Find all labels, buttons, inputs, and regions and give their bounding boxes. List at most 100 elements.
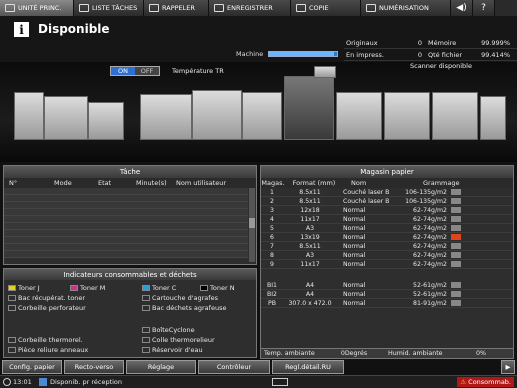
- job-row[interactable]: [4, 244, 248, 251]
- waste-box-icon: [8, 295, 16, 301]
- counter-row: Originaux 0 Mémoire 99.999%: [344, 37, 517, 49]
- tray-number: BI2: [266, 290, 277, 298]
- machine-illustration: [0, 62, 517, 162]
- col-header: Grammage: [423, 179, 460, 187]
- col-header: Minute(s): [136, 179, 167, 187]
- tray-level-icon: [451, 243, 461, 249]
- tray-weight: 106-135g/m2: [405, 188, 447, 196]
- next-arrow-button[interactable]: ▶: [501, 360, 515, 374]
- job-row[interactable]: [4, 195, 248, 202]
- tray-row[interactable]: 2 8.5x11 Couché laser B 106-135g/m2: [261, 197, 513, 206]
- job-scroll-thumb[interactable]: [249, 218, 255, 228]
- toggle-off-button[interactable]: OFF: [135, 67, 159, 75]
- punch-icon: [8, 305, 16, 311]
- tab-rappeler[interactable]: RAPPELER: [144, 0, 209, 16]
- tray-level-icon: [451, 198, 461, 204]
- volume-button[interactable]: ◀): [451, 0, 473, 16]
- paper-feed-unit: [384, 92, 430, 140]
- job-row[interactable]: [4, 202, 248, 209]
- tray-number: 8: [270, 251, 274, 259]
- tray-paper-name: Normal: [343, 290, 366, 298]
- volume-icon: ◀): [456, 3, 467, 13]
- tray-weight: 52-61g/m2: [413, 290, 447, 298]
- tray-row[interactable]: 9 11x17 Normal 62-74g/m2: [261, 260, 513, 269]
- job-row[interactable]: [4, 188, 248, 195]
- ambient-bar: Temp. ambiante 0Degrés Humid. ambiante 0…: [261, 348, 513, 358]
- toner-waste-box: Bac récupérat. toner: [8, 294, 85, 302]
- cyclone-icon: [142, 327, 150, 333]
- printer-icon: [5, 4, 15, 12]
- tray-number: 2: [270, 197, 274, 205]
- tray-number: BI1: [266, 281, 277, 289]
- tray-row[interactable]: 6 13x19 Normal 62-74g/m2: [261, 233, 513, 242]
- machine-unit: [44, 96, 88, 140]
- job-list[interactable]: [4, 188, 248, 258]
- paper-tray-panel: Magasin papier Magas. Format (mm) Nom Gr…: [260, 165, 514, 359]
- duplex-button[interactable]: Recto-verso: [64, 360, 124, 374]
- tray-weight: 106-135g/m2: [405, 197, 447, 205]
- config-paper-button[interactable]: Config. papier: [2, 360, 62, 374]
- scanner-unit[interactable]: [314, 66, 336, 78]
- tray-row[interactable]: PB 307.0 x 472.0 Normal 81-91g/m2: [261, 299, 513, 308]
- tab-liste-taches[interactable]: LISTE TÂCHES: [74, 0, 144, 16]
- tray-row[interactable]: BI1 A4 Normal 52-61g/m2: [261, 281, 513, 290]
- tray-row[interactable]: 7 8.5x11 Normal 62-74g/m2: [261, 242, 513, 251]
- col-header: Magas.: [261, 179, 285, 187]
- tab-unite-princ[interactable]: UNITÉ PRINC.: [0, 0, 74, 16]
- tray-weight: 81-91g/m2: [413, 299, 447, 307]
- tray-row[interactable]: 1 8.5x11 Couché laser B 106-135g/m2: [261, 188, 513, 197]
- help-button[interactable]: ?: [473, 0, 495, 16]
- job-row[interactable]: [4, 216, 248, 223]
- tray-format: 12x18: [300, 206, 320, 214]
- paper-feed-unit: [432, 92, 478, 140]
- controller-button[interactable]: Contrôleur: [198, 360, 270, 374]
- toggle-on-button[interactable]: ON: [111, 67, 135, 75]
- job-row[interactable]: [4, 223, 248, 230]
- thermal-bin: Corbeille thermorel.: [8, 336, 83, 344]
- tray-row[interactable]: BI2 A4 Normal 52-61g/m2: [261, 290, 513, 299]
- tray-row[interactable]: 5 A3 Normal 62-74g/m2: [261, 224, 513, 233]
- adjustment-button[interactable]: Réglage: [126, 360, 196, 374]
- tray-number: 1: [270, 188, 274, 196]
- thermal-bin-icon: [8, 337, 16, 343]
- tray-level-icon: [451, 207, 461, 213]
- tray-number: 7: [270, 242, 274, 250]
- machine-unit: [242, 92, 282, 140]
- col-header: Etat: [98, 179, 112, 187]
- job-row[interactable]: [4, 230, 248, 237]
- tab-numerisation[interactable]: NUMÉRISATION: [361, 0, 451, 16]
- tray-row[interactable]: 8 A3 Normal 62-74g/m2: [261, 251, 513, 260]
- job-row[interactable]: [4, 209, 248, 216]
- punch-waste: Corbeille perforateur: [8, 304, 86, 312]
- warning-icon: ⚠: [460, 378, 467, 386]
- tray-row[interactable]: 3 12x18 Normal 62-74g/m2: [261, 206, 513, 215]
- tray-format: 13x19: [300, 233, 320, 241]
- tray-paper-name: Normal: [343, 233, 366, 241]
- consumables-alert-button[interactable]: ⚠ Consommab.: [457, 377, 514, 387]
- temp-label: Temp. ambiante: [264, 350, 315, 357]
- tab-enregistrer[interactable]: ENREGISTRER: [209, 0, 291, 16]
- col-header: Nom utilisateur: [176, 179, 227, 187]
- bottom-button-bar: Config. papier Recto-verso Réglage Contr…: [0, 360, 517, 374]
- tab-copie[interactable]: COPIE: [291, 0, 361, 16]
- tray-paper-name: Couché laser B: [343, 197, 390, 205]
- clock-icon: [3, 378, 11, 386]
- tray-weight: 62-74g/m2: [413, 242, 447, 250]
- job-row[interactable]: [4, 237, 248, 244]
- paper-feed-unit: [336, 92, 382, 140]
- ru-detail-button[interactable]: Regl.détail.RU: [272, 360, 344, 374]
- tray-number: PB: [268, 299, 276, 307]
- tray-paper-name: Normal: [343, 260, 366, 268]
- toner-magenta: Toner M: [70, 284, 105, 292]
- job-scrollbar[interactable]: [249, 188, 255, 262]
- tray-row[interactable]: 4 11x17 Normal 62-74g/m2: [261, 215, 513, 224]
- tray-level-icon: [451, 225, 461, 231]
- status-bar: 13:01 Disponib. pr réception ⚠ Consommab…: [0, 375, 517, 388]
- receive-icon: [39, 378, 47, 386]
- keyboard-icon[interactable]: [272, 378, 288, 386]
- tray-paper-name: Normal: [343, 206, 366, 214]
- job-row[interactable]: [4, 251, 248, 258]
- tray-weight: 62-74g/m2: [413, 233, 447, 241]
- tr-temperature-toggle[interactable]: ON OFF: [110, 66, 160, 76]
- tray-level-icon: [451, 300, 461, 306]
